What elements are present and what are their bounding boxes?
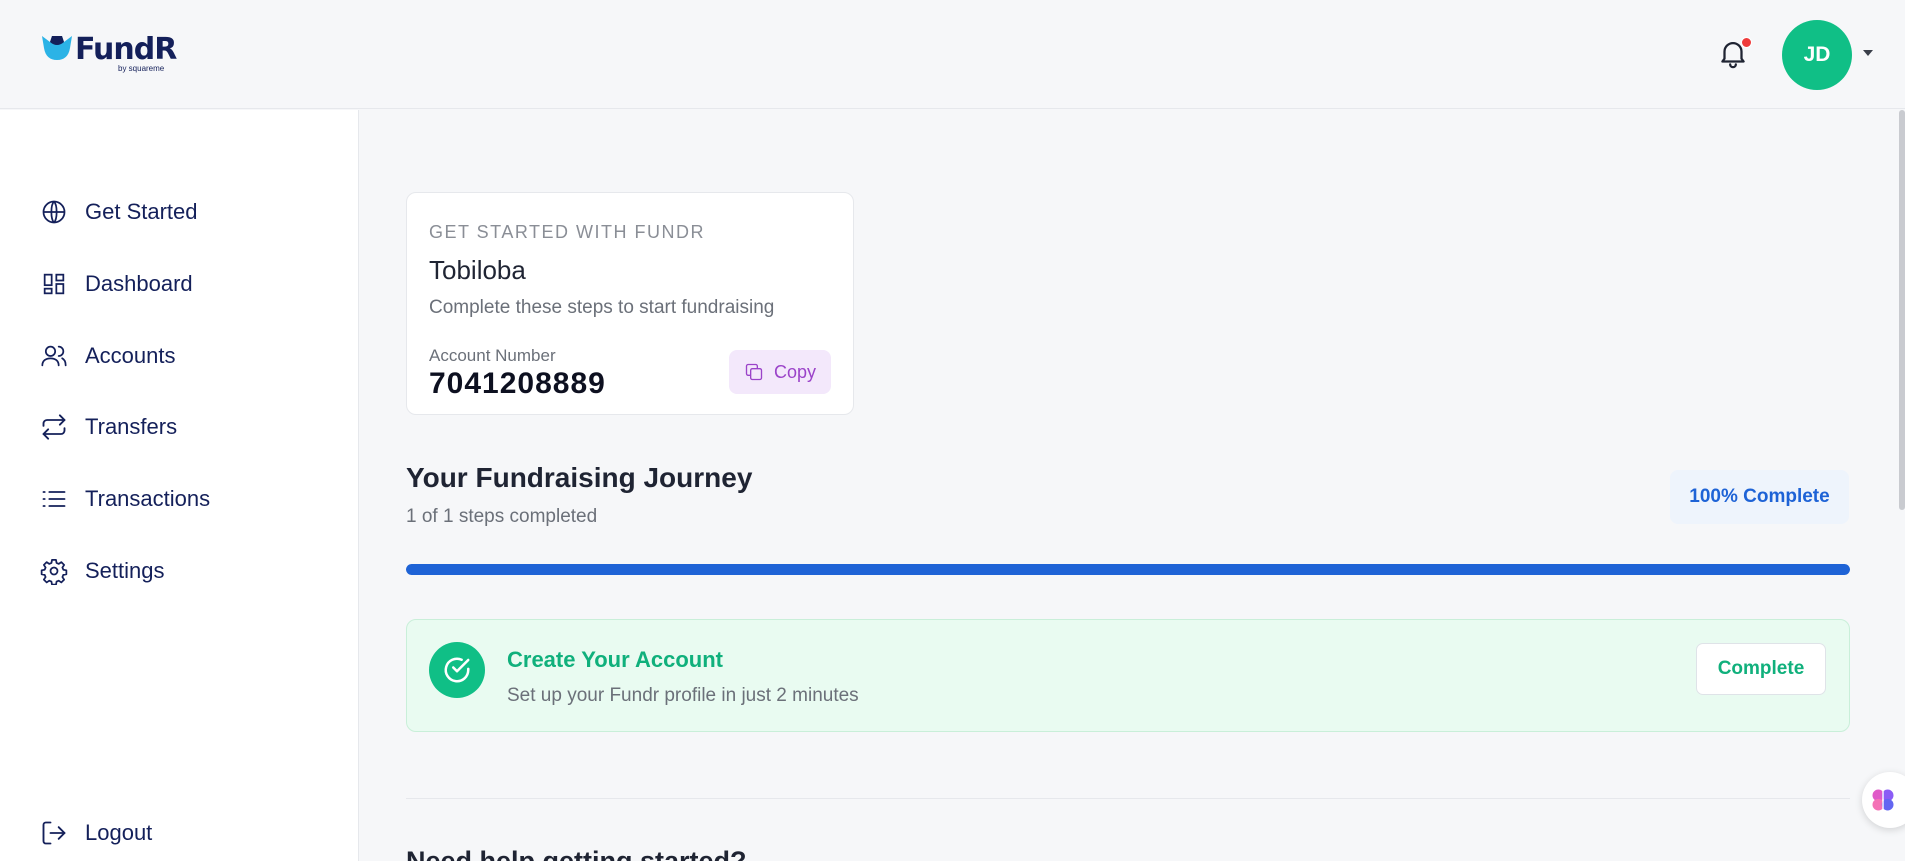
sidebar-item-label: Transfers — [85, 414, 178, 439]
sidebar-item-label: Get Started — [85, 199, 198, 224]
journey-title: Your Fundraising Journey — [406, 462, 753, 493]
top-bar: FundR by squareme JD — [0, 0, 1905, 109]
copy-label: Copy — [773, 361, 817, 382]
sidebar-item-get-started[interactable]: Get Started — [40, 188, 330, 236]
logo-text: FundR — [75, 32, 177, 67]
sidebar-item-label: Settings — [85, 558, 165, 583]
sidebar-item-accounts[interactable]: Accounts — [40, 332, 330, 380]
sidebar: Get Started Dashboard Accounts Transfers… — [0, 110, 359, 861]
avatar[interactable]: JD — [1782, 20, 1852, 90]
completion-badge: 100% Complete — [1670, 470, 1849, 524]
logout-button[interactable]: Logout — [40, 809, 330, 857]
scrollbar[interactable] — [1899, 110, 1905, 510]
account-number: 7041208889 — [429, 367, 606, 400]
list-icon — [42, 491, 66, 507]
account-number-label: Account Number — [429, 346, 556, 365]
check-circle-icon — [429, 642, 485, 698]
section-divider — [406, 798, 1850, 799]
sidebar-item-dashboard[interactable]: Dashboard — [40, 260, 330, 308]
account-card: GET STARTED WITH FUNDR Tobiloba Complete… — [406, 192, 854, 415]
logout-label: Logout — [85, 820, 153, 845]
complete-button[interactable]: Complete — [1696, 643, 1826, 695]
user-name: Tobiloba — [429, 255, 526, 285]
help-title: Need help getting started? — [406, 846, 747, 861]
step-description: Set up your Fundr profile in just 2 minu… — [507, 685, 859, 706]
journey-subtitle: 1 of 1 steps completed — [406, 506, 598, 527]
dashboard-icon — [43, 273, 65, 295]
copy-button[interactable]: Copy — [729, 350, 831, 394]
logo-mark-icon — [42, 36, 72, 60]
sidebar-item-label: Accounts — [85, 343, 176, 368]
sidebar-item-label: Transactions — [85, 486, 211, 511]
copy-icon — [745, 363, 763, 381]
progress-fill — [406, 564, 1850, 575]
card-description: Complete these steps to start fundraisin… — [429, 297, 775, 318]
step-title: Create Your Account — [507, 647, 723, 672]
transfer-icon — [42, 414, 66, 440]
globe-icon — [42, 200, 66, 224]
sidebar-item-transfers[interactable]: Transfers — [40, 403, 330, 451]
gear-icon — [40, 559, 68, 585]
progress-bar — [406, 564, 1850, 575]
users-icon — [41, 345, 67, 367]
chevron-down-icon[interactable] — [1861, 46, 1875, 60]
card-eyebrow: GET STARTED WITH FUNDR — [429, 222, 705, 242]
sidebar-item-settings[interactable]: Settings — [40, 547, 330, 595]
sidebar-item-label: Dashboard — [85, 271, 193, 296]
sidebar-item-transactions[interactable]: Transactions — [40, 475, 330, 523]
fundr-logo[interactable]: FundR by squareme — [40, 32, 177, 73]
notification-dot — [1741, 37, 1752, 48]
assistant-button[interactable] — [1862, 772, 1905, 828]
logo-tagline: by squareme — [118, 64, 165, 73]
brain-icon — [1872, 789, 1894, 811]
step-card: Create Your Account Set up your Fundr pr… — [406, 619, 1850, 732]
logout-icon — [42, 821, 66, 845]
